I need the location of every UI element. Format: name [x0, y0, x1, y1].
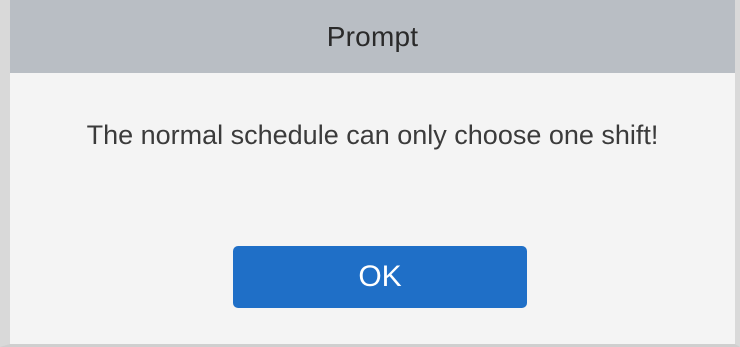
prompt-dialog: Prompt The normal schedule can only choo… [0, 0, 740, 347]
ok-button[interactable]: OK [233, 246, 527, 308]
dialog-message: The normal schedule can only choose one … [86, 120, 659, 150]
dialog-titlebar: Prompt [10, 0, 735, 73]
dialog-title: Prompt [326, 20, 419, 52]
